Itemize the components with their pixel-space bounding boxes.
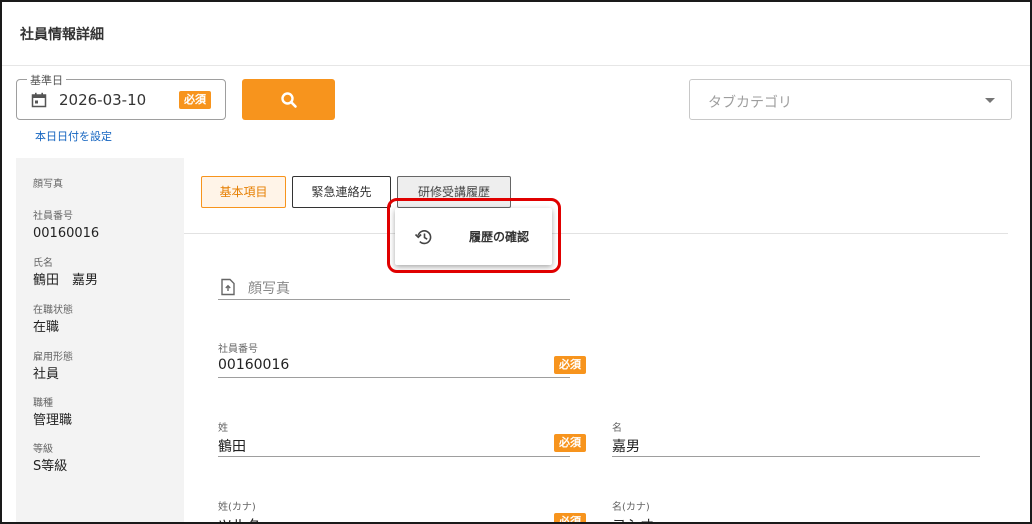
sidebar-item-employee-no: 社員番号 00160016: [33, 210, 99, 242]
sidebar-item-label: 雇用形態: [33, 352, 73, 363]
photo-upload-field[interactable]: 顔写真: [218, 276, 570, 300]
employee-no-value[interactable]: 00160016: [218, 357, 289, 373]
sidebar-item-photo: 顔写真: [33, 178, 63, 192]
title-divider: [2, 65, 1030, 66]
sidebar-item-name: 氏名 鶴田 嘉男: [33, 257, 98, 289]
employee-no-field[interactable]: 社員番号 00160016 必須: [218, 338, 586, 378]
sidebar-item-employment-type: 雇用形態 社員: [33, 351, 73, 383]
page-title: 社員情報詳細: [20, 27, 104, 43]
first-name-field[interactable]: 名 嘉男: [612, 417, 980, 457]
required-badge: 必須: [554, 356, 586, 374]
sidebar-item-label: 社員番号: [33, 211, 73, 222]
sidebar-item-job-type: 職種 管理職: [33, 397, 72, 429]
sidebar-item-value: 管理職: [33, 413, 73, 428]
last-name-label: 姓: [218, 423, 228, 434]
photo-label: 顔写真: [248, 281, 290, 297]
sidebar-item-employment-status: 在職状態 在職: [33, 304, 73, 336]
reference-date-legend: 基準日: [27, 72, 66, 88]
sidebar-item-value: S等級: [33, 459, 68, 474]
tab-emergency-contact[interactable]: 緊急連絡先: [292, 176, 391, 208]
last-name-value[interactable]: 鶴田: [218, 436, 246, 456]
employee-no-label: 社員番号: [218, 344, 258, 355]
required-badge: 必須: [554, 434, 586, 452]
employee-summary-sidebar: 顔写真 社員番号 00160016 氏名 鶴田 嘉男 在職状態 在職 雇用形態 …: [16, 158, 184, 522]
last-name-kana-label: 姓(カナ): [218, 502, 256, 513]
sidebar-item-label: 顔写真: [33, 179, 63, 190]
sidebar-item-value: 鶴田 嘉男: [33, 273, 99, 288]
first-name-kana-label: 名(カナ): [612, 502, 650, 513]
highlight-annotation: [387, 198, 561, 273]
set-today-link[interactable]: 本日日付を設定: [35, 128, 112, 144]
sidebar-item-label: 職種: [33, 398, 53, 409]
search-icon: [280, 91, 297, 108]
content-divider: [184, 233, 1008, 234]
reference-date-field[interactable]: 基準日 2026-03-10 必須: [16, 72, 226, 120]
first-name-kana-field[interactable]: 名(カナ) ヨシオ: [612, 496, 980, 522]
first-name-value[interactable]: 嘉男: [612, 436, 640, 456]
sidebar-item-label: 氏名: [33, 258, 53, 269]
first-name-label: 名: [612, 423, 622, 434]
last-name-field[interactable]: 姓 鶴田 必須: [218, 417, 586, 457]
caret-down-icon: [985, 98, 995, 103]
app-frame: 社員情報詳細 基準日 2026-03-10 必須 本日日付を設定 タブカテゴリ …: [0, 0, 1032, 524]
sidebar-item-label: 在職状態: [33, 305, 73, 316]
first-name-kana-value[interactable]: ヨシオ: [612, 515, 654, 522]
sidebar-item-value: 00160016: [33, 226, 100, 241]
search-button[interactable]: [242, 79, 335, 120]
sidebar-item-label: 等級: [33, 444, 53, 455]
sidebar-item-value: 社員: [33, 367, 60, 382]
tab-basic-items[interactable]: 基本項目: [201, 176, 286, 208]
reference-date-value[interactable]: 2026-03-10: [59, 91, 146, 109]
sidebar-item-grade: 等級 S等級: [33, 443, 67, 475]
required-badge: 必須: [179, 91, 211, 109]
last-name-kana-value[interactable]: ツルタ: [218, 515, 260, 522]
calendar-icon[interactable]: [31, 92, 47, 108]
tab-category-placeholder: タブカテゴリ: [708, 95, 792, 111]
sidebar-item-value: 在職: [33, 320, 60, 335]
required-badge: 必須: [554, 513, 586, 522]
file-upload-icon: [221, 278, 235, 296]
last-name-kana-field[interactable]: 姓(カナ) ツルタ 必須: [218, 496, 586, 522]
tab-category-select[interactable]: タブカテゴリ: [689, 79, 1012, 120]
